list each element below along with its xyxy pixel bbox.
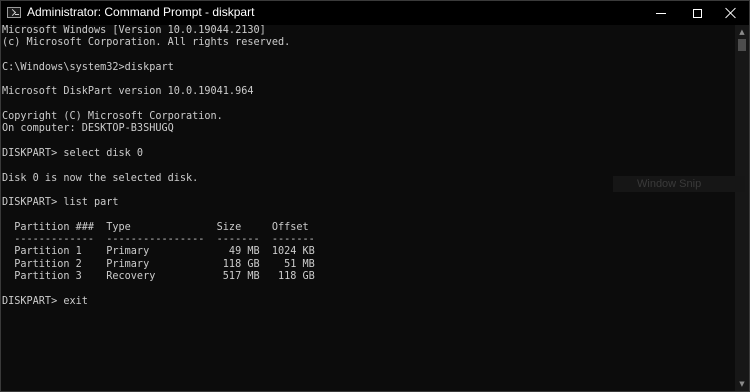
vertical-scrollbar[interactable]: ▲ ▼ [735, 25, 749, 391]
console-line: DISKPART> exit [2, 295, 88, 307]
console-line: DISKPART> select disk 0 [2, 147, 144, 159]
console-line: Partition 1 Primary 49 MB 1024 KB [2, 246, 315, 258]
window-snip-overlay: Window Snip [613, 176, 745, 192]
scroll-down-arrow-icon[interactable]: ▼ [735, 377, 749, 391]
console-line: Microsoft DiskPart version 10.0.19041.96… [2, 86, 254, 98]
console-line: (c) Microsoft Corporation. All rights re… [2, 37, 291, 49]
console-output[interactable]: Microsoft Windows [Version 10.0.19044.21… [1, 25, 734, 391]
minimize-icon [656, 12, 666, 14]
command-prompt-window: Administrator: Command Prompt - diskpart… [0, 0, 750, 392]
minimize-button[interactable] [643, 1, 679, 25]
window-title: Administrator: Command Prompt - diskpart [27, 5, 255, 19]
console-line: Copyright (C) Microsoft Corporation. [2, 111, 223, 123]
console-line: Partition 3 Recovery 517 MB 118 GB [2, 270, 315, 282]
console-line: ------------- ---------------- ------- -… [2, 234, 315, 246]
console-line: Microsoft Windows [Version 10.0.19044.21… [2, 25, 266, 36]
console-line: Partition 2 Primary 118 GB 51 MB [2, 258, 315, 270]
title-bar[interactable]: Administrator: Command Prompt - diskpart [1, 1, 749, 25]
scroll-thumb[interactable] [738, 39, 746, 51]
close-button[interactable] [713, 1, 749, 25]
terminal-icon [7, 7, 21, 18]
console-line: On computer: DESKTOP-B3SHUGQ [2, 123, 174, 135]
scroll-up-arrow-icon[interactable]: ▲ [735, 25, 749, 39]
console-line: Partition ### Type Size Offset [2, 221, 309, 233]
console-line: C:\Windows\system32>diskpart [2, 61, 174, 73]
close-icon [725, 7, 737, 19]
console-line: DISKPART> list part [2, 197, 119, 209]
maximize-icon [692, 8, 702, 18]
maximize-button[interactable] [679, 1, 715, 25]
